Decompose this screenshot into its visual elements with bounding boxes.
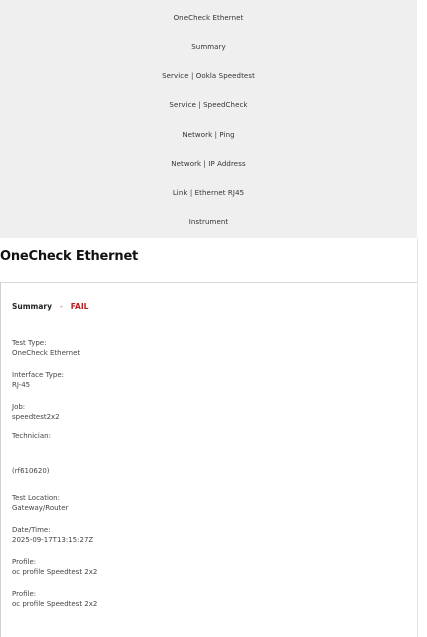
nav-item-summary[interactable]: Summary — [0, 43, 417, 51]
field-label: Interface Type: — [12, 371, 65, 379]
field-technician: Technician: — [12, 431, 51, 441]
field-label: Test Type: — [12, 339, 47, 347]
nav-item-ookla-speedtest[interactable]: Service | Ookla Speedtest — [0, 72, 417, 80]
summary-row: Summary - FAIL — [12, 302, 88, 311]
field-profile: Profile: oc profile Speedtest 2x2 — [12, 557, 97, 577]
field-label: Date/Time: — [12, 526, 51, 534]
status-badge: FAIL — [70, 302, 89, 311]
field-test-type: Test Type: OneCheck Ethernet — [12, 338, 80, 358]
field-label: Test Location: — [12, 494, 60, 502]
report-content: Summary - FAIL Test Type: OneCheck Etherne… — [0, 282, 418, 637]
summary-label: Summary — [12, 302, 53, 311]
field-value: RJ-45 — [12, 381, 31, 389]
nav-item-ping[interactable]: Network | Ping — [0, 131, 417, 139]
nav-item-speedcheck[interactable]: Service | SpeedCheck — [0, 101, 417, 109]
section-nav: OneCheck Ethernet Summary Service | Ookl… — [0, 0, 417, 238]
field-value: Gateway/Router — [12, 504, 69, 512]
field-value: speedtest2x2 — [12, 413, 60, 421]
field-label: Profile: — [12, 558, 37, 566]
field-interface-type: Interface Type: RJ-45 — [12, 370, 64, 390]
nav-item-onecheck-ethernet[interactable]: OneCheck Ethernet — [0, 14, 417, 22]
nav-item-ethernet-rj45[interactable]: Link | Ethernet RJ45 — [0, 189, 417, 197]
frame-edge — [417, 238, 427, 637]
field-job: Job: speedtest2x2 — [12, 402, 60, 422]
field-value: (rf610620) — [12, 467, 50, 475]
nav-item-ip-address[interactable]: Network | IP Address — [0, 160, 417, 168]
field-label: Job: — [12, 403, 26, 411]
summary-separator: - — [60, 302, 63, 311]
page-title: OneCheck Ethernet — [0, 249, 139, 264]
field-value: OneCheck Ethernet — [12, 349, 81, 357]
field-label: Profile: — [12, 590, 37, 598]
field-value: oc profile Speedtest 2x2 — [12, 600, 98, 608]
title-bar: OneCheck Ethernet — [0, 238, 417, 283]
field-date-time: Date/Time: 2025-09-17T13:15:27Z — [12, 525, 93, 545]
field-profile: Profile: oc profile Speedtest 2x2 — [12, 589, 97, 609]
nav-item-instrument[interactable]: Instrument — [0, 218, 417, 226]
field-label: Technician: — [12, 432, 51, 440]
field-value: 2025-09-17T13:15:27Z — [12, 536, 94, 544]
field-test-location: Test Location: Gateway/Router — [12, 493, 68, 513]
field-value: oc profile Speedtest 2x2 — [12, 568, 98, 576]
field-technician-id: (rf610620) — [12, 466, 50, 476]
